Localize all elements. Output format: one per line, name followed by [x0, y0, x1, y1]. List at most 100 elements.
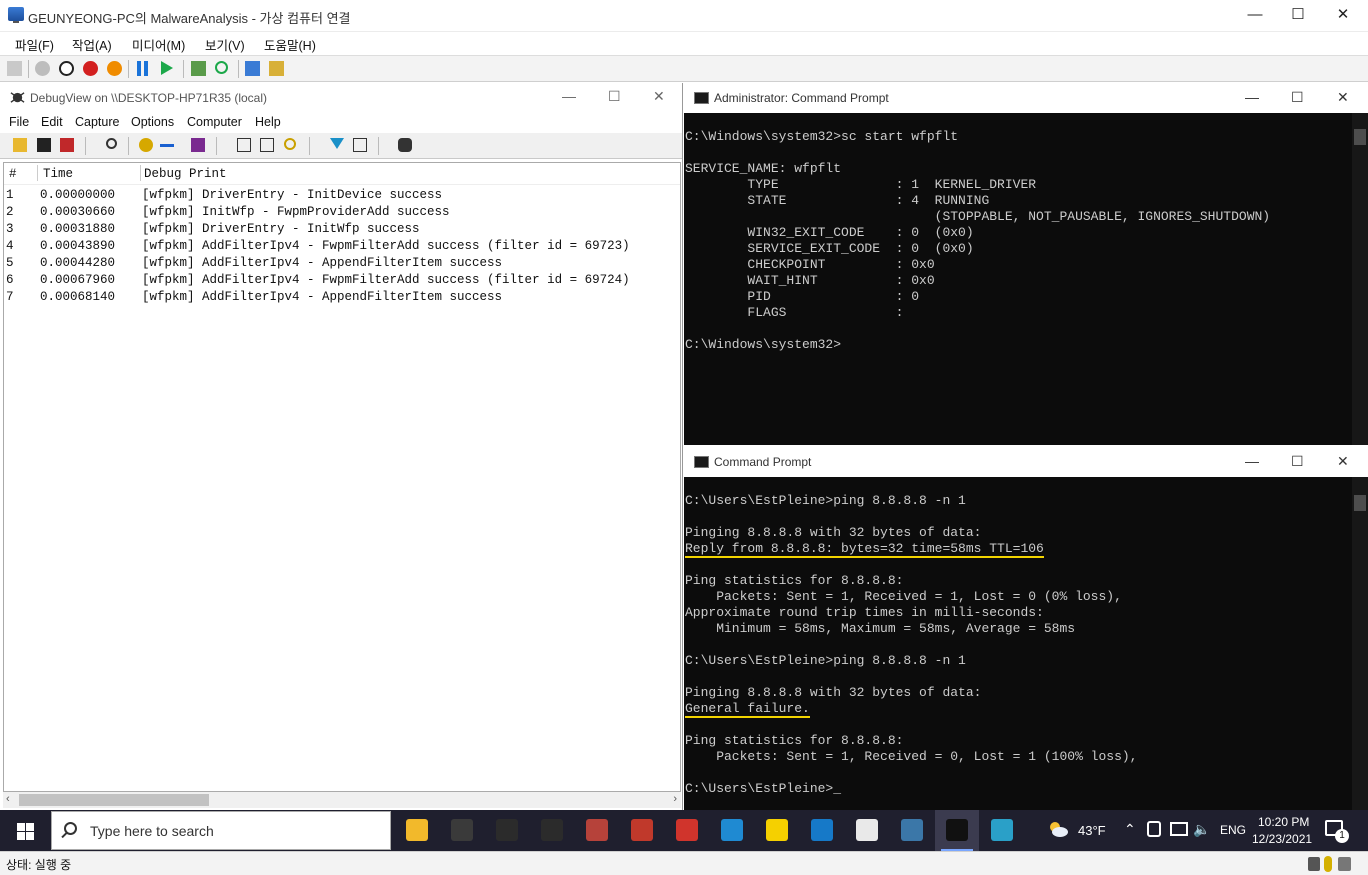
table-row[interactable]: 7 0.00068140 [wfpkm] AddFilterIpv4 - Appen… [4, 289, 680, 306]
cmd-scrollbar[interactable] [1352, 477, 1368, 810]
scroll-thumb[interactable] [19, 794, 209, 806]
capture-kernel-icon[interactable] [191, 138, 205, 152]
admin-cmd-scroll-thumb[interactable] [1354, 129, 1366, 145]
admin-cmd-close-button[interactable]: ✕ [1337, 89, 1349, 106]
history-icon[interactable] [260, 138, 274, 152]
taskbar-app-button[interactable] [395, 810, 439, 851]
language-indicator[interactable]: ENG [1220, 823, 1246, 837]
debug-log-rows: 1 0.00000000 [wfpkm] DriverEntry - InitDev… [4, 185, 680, 306]
taskbar-app-button[interactable] [890, 810, 934, 851]
turn-off-icon[interactable] [59, 61, 74, 76]
debugview-maximize-button[interactable]: ☐ [608, 88, 621, 105]
taskbar-app-button[interactable] [845, 810, 889, 851]
filter-icon[interactable] [330, 138, 344, 149]
cmd-close-button[interactable]: ✕ [1337, 453, 1349, 470]
taskbar-app-button[interactable] [755, 810, 799, 851]
taskbar-app-button[interactable] [530, 810, 574, 851]
column-header-time[interactable]: Time [43, 167, 73, 181]
revert-icon[interactable] [215, 61, 228, 74]
table-row[interactable]: 3 0.00031880 [wfpkm] DriverEntry - InitWfp… [4, 221, 680, 238]
debugview-menu-computer[interactable]: Computer [187, 115, 242, 129]
arrow-right-icon[interactable] [160, 144, 174, 147]
admin-cmd-output[interactable]: C:\Windows\system32>sc start wfpflt SERVI… [685, 113, 1351, 353]
scroll-right-icon[interactable]: › [673, 793, 677, 805]
debugview-menu-capture[interactable]: Capture [75, 115, 119, 129]
meet-now-icon[interactable] [1147, 821, 1161, 837]
table-row[interactable]: 2 0.00030660 [wfpkm] InitWfp - FwpmProvide… [4, 204, 680, 221]
volume-icon[interactable]: 🔈 [1193, 821, 1210, 838]
column-header-debug-print[interactable]: Debug Print [144, 167, 227, 181]
host-menu-file[interactable]: 파일(F) [15, 35, 54, 54]
taskbar-app-button[interactable] [575, 810, 619, 851]
binoculars-icon[interactable] [398, 138, 412, 152]
console-line-text: Minimum = 58ms, Maximum = 58ms, Average … [685, 621, 1076, 636]
shutdown-icon[interactable] [83, 61, 98, 76]
clear-icon[interactable] [60, 138, 74, 152]
avatar-app-icon [586, 819, 608, 841]
host-menu-help[interactable]: 도움말(H) [264, 35, 316, 54]
chevron-up-icon[interactable]: ⌃ [1124, 821, 1136, 838]
highlight-icon[interactable] [353, 138, 367, 152]
admin-cmd-maximize-button[interactable]: ☐ [1291, 89, 1304, 106]
taskbar-app-button[interactable] [935, 810, 979, 851]
cmd-maximize-button[interactable]: ☐ [1291, 453, 1304, 470]
taskbar-app-button[interactable] [710, 810, 754, 851]
start-button[interactable] [0, 810, 50, 851]
host-minimize-button[interactable]: — [1232, 0, 1278, 32]
cmd-output[interactable]: C:\Users\EstPleine>ping 8.8.8.8 -n 1 Ping… [685, 477, 1351, 797]
save-icon[interactable] [37, 138, 51, 152]
cmd-minimize-button[interactable]: — [1245, 453, 1259, 469]
table-row[interactable]: 6 0.00067960 [wfpkm] AddFilterIpv4 - FwpmF… [4, 272, 680, 289]
debugview-close-button[interactable]: ✕ [653, 88, 665, 105]
column-header-number[interactable]: # [9, 167, 17, 181]
host-menu-view[interactable]: 보기(V) [205, 35, 245, 54]
debugview-menu-edit[interactable]: Edit [41, 115, 63, 129]
taskbar-app-button[interactable] [980, 810, 1024, 851]
debugview-minimize-button[interactable]: — [562, 88, 576, 104]
table-row[interactable]: 1 0.00000000 [wfpkm] DriverEntry - InitDev… [4, 187, 680, 204]
clock-time[interactable]: 10:20 PM [1258, 815, 1309, 829]
network-icon[interactable] [1170, 822, 1188, 836]
taskbar-app-button[interactable] [800, 810, 844, 851]
debugview-menu-file[interactable]: File [9, 115, 29, 129]
clock-date[interactable]: 12/23/2021 [1252, 832, 1312, 846]
pause-icon[interactable] [137, 61, 148, 76]
weather-icon[interactable] [1047, 820, 1069, 838]
debugview-menu-options[interactable]: Options [131, 115, 174, 129]
scroll-left-icon[interactable]: ‹ [6, 793, 10, 805]
taskbar-app-button[interactable] [485, 810, 529, 851]
share-icon[interactable] [269, 61, 284, 76]
enhanced-session-icon[interactable] [245, 61, 260, 76]
clock-icon[interactable] [284, 138, 296, 150]
ctrl-alt-del-icon[interactable] [7, 61, 22, 76]
bug-app-2-icon [541, 819, 563, 841]
debugview-window: DebugView on \\DESKTOP-HP71R35 (local) —… [0, 83, 683, 810]
admin-cmd-minimize-button[interactable]: — [1245, 89, 1259, 105]
start-vm-icon[interactable] [35, 61, 50, 76]
open-folder-icon[interactable] [13, 138, 27, 152]
cmd-scroll-thumb[interactable] [1354, 495, 1366, 511]
host-close-button[interactable]: ✕ [1320, 0, 1366, 32]
find-icon[interactable] [106, 138, 117, 149]
debugview-menu-help[interactable]: Help [255, 115, 281, 129]
checkpoint-icon[interactable] [191, 61, 206, 76]
taskbar-app-button[interactable] [440, 810, 484, 851]
host-menu-media[interactable]: 미디어(M) [132, 35, 185, 54]
taskbar-app-button[interactable] [665, 810, 709, 851]
weather-temperature[interactable]: 43°F [1078, 823, 1106, 838]
host-menu-action[interactable]: 작업(A) [72, 35, 112, 54]
host-maximize-button[interactable]: ☐ [1275, 0, 1321, 32]
table-row[interactable]: 5 0.00044280 [wfpkm] AddFilterIpv4 - Appen… [4, 255, 680, 272]
save-state-icon[interactable] [107, 61, 122, 76]
debugview-horizontal-scrollbar[interactable]: ‹ › [3, 792, 681, 808]
console-line: C:\Users\EstPleine>ping 8.8.8.8 -n 1 [685, 653, 1351, 669]
taskbar-search-box[interactable]: Type here to search [51, 811, 391, 850]
admin-cmd-scrollbar[interactable] [1352, 113, 1368, 445]
capture-icon[interactable] [139, 138, 153, 152]
console-line-text: WAIT_HINT : 0x0 [685, 273, 935, 288]
edit-filter-icon[interactable] [237, 138, 251, 152]
table-row[interactable]: 4 0.00043890 [wfpkm] AddFilterIpv4 - FwpmF… [4, 238, 680, 255]
resume-icon[interactable] [161, 61, 173, 75]
taskbar-app-button[interactable] [620, 810, 664, 851]
